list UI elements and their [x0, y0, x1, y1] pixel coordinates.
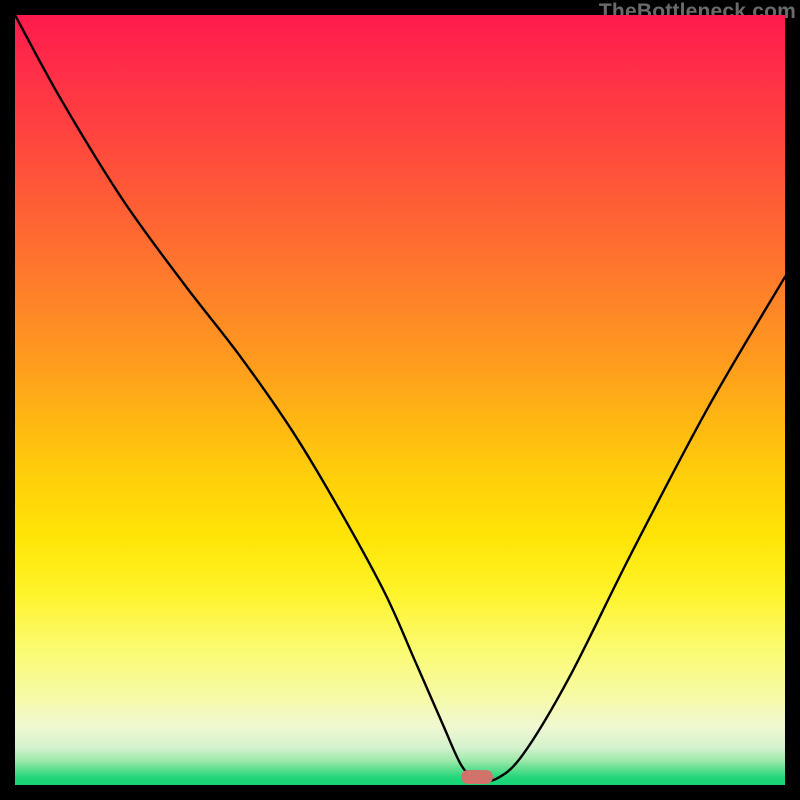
bottleneck-curve: [15, 15, 785, 785]
plot-area: [15, 15, 785, 785]
chart-frame: TheBottleneck.com: [0, 0, 800, 800]
